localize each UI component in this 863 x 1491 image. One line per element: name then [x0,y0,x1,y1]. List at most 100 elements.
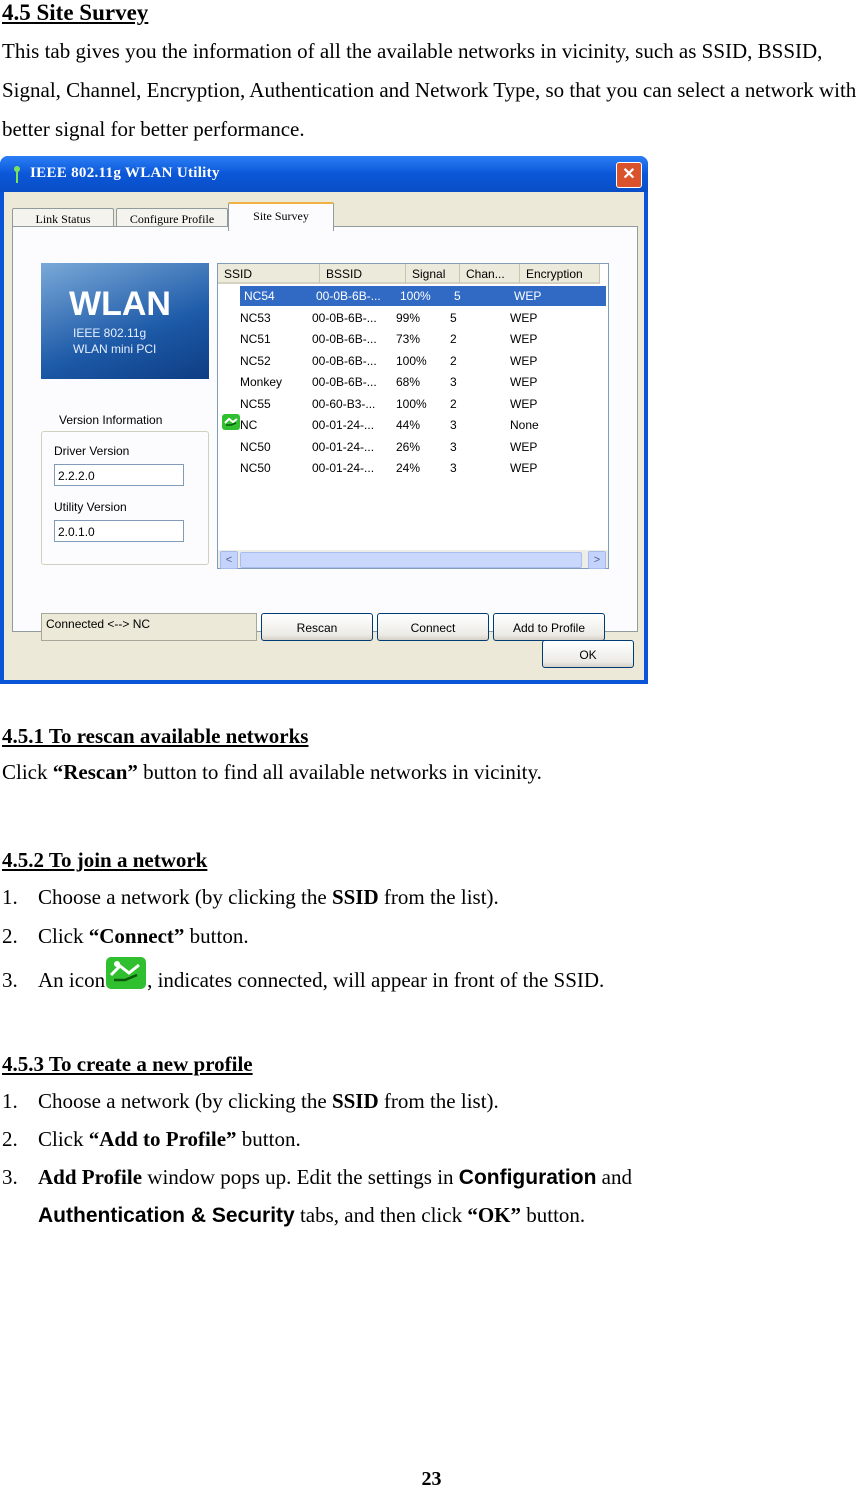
profile-step-1: Choose a network (by clicking the SSID f… [38,1089,499,1114]
rescan-instruction: Click “Rescan” button to find all availa… [2,760,542,785]
connect-button[interactable]: Connect [377,613,489,641]
network-cell-signal: 24% [396,461,421,475]
network-cell-signal: 100% [400,289,431,303]
col-header-signal[interactable]: Signal [406,264,460,284]
rescan-button[interactable]: Rescan [261,613,373,641]
text-fragment: Choose a network (by clicking the [38,1089,332,1113]
network-row[interactable]: NC52 00-0B-6B-... 100% 2 WEP [236,351,602,371]
page-number: 23 [421,1468,442,1490]
network-cell-bssid: 00-0B-6B-... [316,289,381,303]
network-cell-chan: 5 [454,289,461,303]
network-cell-ssid: NC53 [240,310,271,325]
subsection-profile-title: 4.5.3 To create a new profile [2,1052,253,1076]
list-number: 1. [2,1089,18,1113]
network-cell-chan: 2 [450,396,457,411]
ok-button[interactable]: OK [542,640,634,668]
wlan-logo: WLAN IEEE 802.11g WLAN mini PCI [41,263,209,379]
join-step-3: An icon , indicates connected, will appea… [38,957,605,993]
network-cell-signal: 99% [396,310,421,325]
network-list[interactable]: SSID BSSID Signal Chan... Encryption NC5… [217,263,609,569]
profile-step-2: Click “Add to Profile” button. [38,1127,301,1152]
network-cell-bssid: 00-0B-6B-... [312,310,377,325]
network-row[interactable]: Monkey 00-0B-6B-... 68% 3 WEP [236,372,602,392]
text-fragment: , indicates connected, will appear in fr… [147,968,605,992]
network-cell-chan: 3 [450,375,457,389]
text-fragment: Click [38,924,89,948]
network-cell-chan: 3 [450,418,457,432]
network-cell-ssid: NC51 [240,332,271,346]
handshake-icon [106,957,147,989]
driver-version-label: Driver Version [54,444,130,458]
section-title: 4.5 Site Survey [2,0,149,25]
network-cell-enc: WEP [510,310,538,325]
utility-version-label: Utility Version [54,500,127,514]
text-fragment: Choose a network (by clicking the [38,885,332,909]
section-intro: This tab gives you the information of al… [2,39,857,141]
network-row[interactable]: NC50 00-01-24-... 24% 3 WEP [236,458,602,478]
logo-line-1: IEEE 802.11g [73,326,147,340]
list-horizontal-scrollbar[interactable]: < > [218,550,608,569]
network-cell-chan: 2 [450,353,457,368]
network-row[interactable]: NC51 00-0B-6B-... 73% 2 WEP [236,329,602,349]
network-cell-signal: 100% [396,396,427,411]
network-cell-chan: 2 [450,332,457,346]
col-header-bssid[interactable]: BSSID [320,264,406,284]
close-icon[interactable]: ✕ [616,162,642,188]
text-fragment: tabs, and then click [294,1203,468,1227]
text-fragment: An icon [38,968,106,992]
scroll-left-icon[interactable]: < [220,551,238,569]
network-cell-chan: 3 [450,439,457,454]
network-row[interactable]: NC55 00-60-B3-... 100% 2 WEP [236,394,602,414]
col-header-encryption[interactable]: Encryption [520,264,600,284]
network-cell-enc: WEP [510,439,538,454]
network-cell-enc: None [510,418,539,432]
network-cell-signal: 73% [396,332,421,346]
join-step-1: Choose a network (by clicking the SSID f… [38,885,499,910]
network-cell-enc: WEP [510,332,538,346]
text-fragment: button. [184,924,249,948]
connection-status: Connected <--> NC [41,613,257,641]
network-row[interactable]: NC50 00-01-24-... 26% 3 WEP [236,437,602,457]
subsection-rescan-title: 4.5.1 To rescan available networks [2,724,309,748]
list-number: 2. [2,1127,18,1151]
col-header-ssid[interactable]: SSID [218,264,320,284]
text-fragment: Click [2,760,53,784]
network-row[interactable]: NC 00-01-24-... 44% 3 None [236,415,602,435]
network-cell-ssid: NC50 [240,461,271,475]
text-fragment: button. [521,1203,586,1227]
version-info-label: Version Information [59,413,163,427]
list-number: 3. [2,968,18,992]
network-cell-bssid: 00-01-24-... [312,461,375,475]
driver-version-field: 2.2.2.0 [54,464,184,486]
network-cell-ssid: NC54 [244,289,275,303]
text-bold: “Connect” [88,924,185,948]
tab-site-survey[interactable]: Site Survey [228,202,334,231]
text-fragment: button. [236,1127,301,1151]
col-header-channel[interactable]: Chan... [460,264,520,284]
network-cell-ssid: NC50 [240,439,271,454]
scroll-right-icon[interactable]: > [588,551,606,569]
network-row[interactable]: NC54 00-0B-6B-... 100% 5 WEP [240,286,606,306]
wlan-utility-window: IEEE 802.11g WLAN Utility ✕ Link Status … [0,156,648,684]
network-cell-signal: 100% [396,353,427,368]
scroll-thumb[interactable] [240,552,582,568]
window-titlebar: IEEE 802.11g WLAN Utility ✕ [0,156,648,192]
network-row[interactable]: NC53 00-0B-6B-... 99% 5 WEP [236,308,602,328]
list-number: 2. [2,924,18,948]
network-cell-ssid: Monkey [240,375,283,389]
text-fragment: Click [38,1127,89,1151]
network-cell-ssid: NC52 [240,353,271,368]
network-cell-chan: 3 [450,461,457,475]
network-cell-bssid: 00-01-24-... [312,439,375,454]
network-cell-signal: 44% [396,418,421,432]
text-fragment: from the list). [378,885,499,909]
text-fragment: button to find all available networks in… [137,760,542,784]
network-cell-chan: 5 [450,310,457,325]
text-bold: Authentication & Security [38,1204,295,1227]
text-bold: Configuration [458,1166,597,1189]
profile-step-3: Add Profile window pops up. Edit the set… [38,1165,632,1190]
list-number: 1. [2,885,18,909]
add-to-profile-button[interactable]: Add to Profile [493,613,605,641]
text-bold: “OK” [467,1203,521,1227]
text-bold: “Add to Profile” [88,1127,237,1151]
